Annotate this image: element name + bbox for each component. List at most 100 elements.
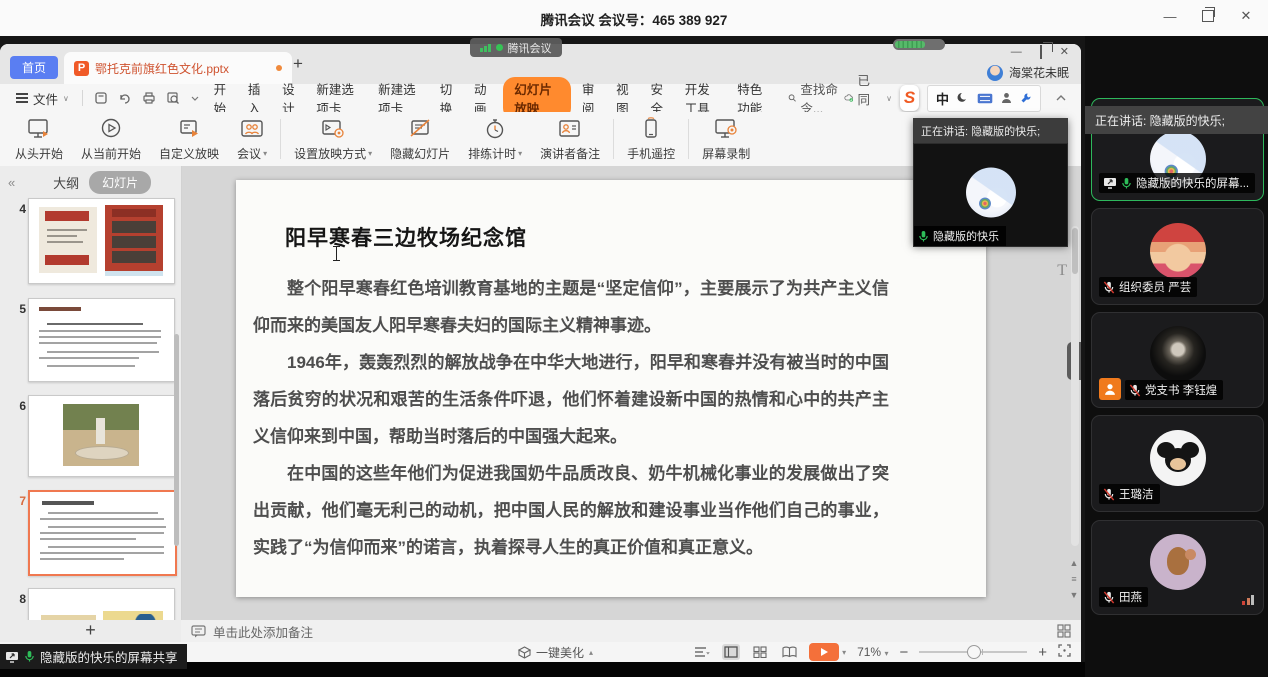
participant-tile[interactable]: 王璐洁 [1091, 415, 1264, 512]
meeting-status-pill[interactable]: 腾讯会议 [470, 38, 562, 57]
slide-thumbnail-6[interactable] [28, 395, 175, 477]
participant-name: 王璐洁 [1119, 486, 1154, 502]
slide-thumbnail-8[interactable] [28, 588, 175, 620]
minimize-icon[interactable]: — [1162, 8, 1178, 24]
button-label: 自定义放映 [159, 145, 219, 162]
panel-scrollbar[interactable] [174, 334, 179, 546]
from-beginning-button[interactable]: 从头开始 [6, 114, 72, 165]
fit-slide-icon[interactable] [1058, 644, 1071, 660]
slide-thumbnail-7-selected[interactable] [28, 490, 177, 576]
zoom-slider-knob[interactable] [967, 645, 981, 659]
save-icon[interactable] [94, 91, 108, 105]
hamburger-icon [16, 91, 28, 105]
participant-tile[interactable]: 党支书 李钰煌 [1091, 312, 1264, 408]
setup-show-button[interactable]: 设置放映方式▾ [285, 114, 381, 165]
button-label: 从头开始 [15, 145, 63, 162]
add-slide-button[interactable]: + [85, 620, 96, 640]
wrench-icon[interactable] [1020, 92, 1032, 104]
notes-bar[interactable]: 单击此处添加备注 [181, 620, 1081, 643]
tab-slides[interactable]: 幻灯片 [89, 171, 151, 194]
host-badge-icon [1099, 378, 1121, 400]
text-tool-icon[interactable]: T [1057, 262, 1067, 280]
participant-tile[interactable]: 组织委员 严芸 [1091, 208, 1264, 305]
play-dropdown-icon[interactable]: ▾ [842, 648, 846, 657]
canvas-scrollbar[interactable] [1071, 226, 1079, 546]
reading-view-icon[interactable] [780, 644, 798, 660]
tab-outline[interactable]: 大纲 [53, 173, 79, 192]
meeting-people-icon [239, 117, 265, 141]
wps-close-icon[interactable]: ✕ [1060, 45, 1069, 58]
zoom-level[interactable]: 71% ▾ [857, 645, 888, 659]
document-name: 鄂托克前旗红色文化.pptx [95, 60, 270, 77]
wps-restore-icon[interactable] [1040, 46, 1042, 58]
speaker-notes-icon [557, 117, 583, 141]
print-icon[interactable] [142, 91, 156, 105]
person-icon[interactable] [1001, 92, 1012, 104]
scroll-up-icon[interactable]: ▲ [1070, 558, 1079, 568]
share-badge-label: 隐藏版的快乐的屏幕共享 [40, 647, 178, 666]
slide-nav-arrows[interactable]: ▲ ≡ ▼ [1068, 558, 1080, 600]
text-cursor-icon [332, 246, 342, 261]
rehearse-timing-button[interactable]: 排练计时▾ [459, 114, 531, 165]
slide-number: 6 [10, 399, 26, 413]
from-current-button[interactable]: 从当前开始 [72, 114, 150, 165]
tab-home[interactable]: 首页 [10, 56, 58, 79]
divider [82, 90, 83, 106]
screen-share-badge[interactable]: 隐藏版的快乐的屏幕共享 [0, 644, 187, 669]
speaker-avatar [966, 168, 1016, 218]
button-label: 会议▾ [237, 145, 267, 162]
meeting-button[interactable]: 会议▾ [228, 114, 276, 165]
speaking-banner: 正在讲话: 隐藏版的快乐; [1085, 106, 1268, 134]
current-slide[interactable]: 阳早寒春三边牧场纪念馆 整个阳早寒春红色培训教育基地的主题是“坚定信仰”，主要展… [236, 180, 986, 597]
slide-sorter-icon[interactable] [751, 644, 769, 660]
play-slideshow-button[interactable] [809, 643, 839, 661]
zoom-out-button[interactable]: − [899, 644, 908, 661]
participant-tile[interactable]: 田燕 [1091, 520, 1264, 615]
custom-show-button[interactable]: 自定义放映 [150, 114, 228, 165]
phone-remote-button[interactable]: 手机遥控 [618, 114, 684, 165]
sogou-ime-icon[interactable]: S [900, 85, 919, 111]
panel-collapse-icon[interactable]: « [0, 175, 23, 190]
wps-menubar: 文件 ∨ 开始 插入 设计 新建选项卡 新建选项卡 切换 动画 幻灯片 [0, 84, 1081, 113]
hide-slide-button[interactable]: 隐藏幻灯片 [381, 114, 459, 165]
participant-name: 田燕 [1119, 589, 1142, 605]
more-dropdown-icon[interactable] [190, 94, 200, 102]
menu-file[interactable]: 文件 ∨ [8, 89, 77, 108]
beautify-button[interactable]: 一键美化 ▴ [518, 644, 593, 661]
outline-list-icon[interactable] [694, 646, 711, 658]
setup-show-icon [320, 117, 346, 141]
participant-label: 组织委员 严芸 [1099, 277, 1197, 297]
prev-slide-icon[interactable]: ≡ [1071, 574, 1076, 584]
print-preview-icon[interactable] [166, 91, 180, 105]
layout-grid-icon[interactable] [1057, 624, 1071, 638]
moon-icon[interactable] [957, 92, 969, 104]
slide-title[interactable]: 阳早寒春三边牧场纪念馆 [285, 222, 527, 252]
close-icon[interactable]: ✕ [1238, 8, 1254, 24]
wps-minimize-icon[interactable]: — [1011, 46, 1022, 58]
button-label: 设置放映方式▾ [294, 145, 372, 162]
scroll-down-icon[interactable]: ▼ [1070, 590, 1079, 600]
undo-icon[interactable] [118, 91, 132, 105]
normal-view-icon[interactable] [722, 644, 740, 660]
mic-on-icon [24, 650, 35, 663]
slide-thumbnail-4[interactable] [28, 198, 175, 284]
ime-chinese-mode[interactable]: 中 [936, 89, 949, 108]
speaker-notes-button[interactable]: 演讲者备注 [531, 114, 609, 165]
slide-thumbnail-5[interactable] [28, 298, 175, 382]
new-tab-button[interactable]: + [288, 54, 308, 74]
mic-muted-icon [1103, 488, 1115, 501]
slide-body-text[interactable]: 整个阳早寒春红色培训教育基地的主题是“坚定信仰”，主要展示了为共产主义信仰而来的… [253, 270, 889, 566]
keyboard-icon[interactable] [977, 93, 993, 104]
button-label: 屏幕录制 [702, 145, 750, 162]
participant-label: 隐藏版的快乐的屏幕... [1099, 173, 1255, 193]
button-label: 排练计时▾ [468, 145, 522, 162]
collapse-ribbon-icon[interactable] [1049, 91, 1073, 105]
zoom-slider[interactable] [919, 651, 1027, 653]
participants-sidebar: 正在讲话: 隐藏版的快乐; 隐藏版的快乐的屏幕... 组织委员 严芸 [1085, 36, 1268, 677]
zoom-in-button[interactable]: + [1038, 644, 1047, 661]
screen-record-button[interactable]: 屏幕录制 [693, 114, 759, 165]
participant-name: 组织委员 严芸 [1119, 279, 1191, 295]
participant-label: 党支书 李钰煌 [1125, 380, 1223, 400]
restore-icon[interactable] [1200, 8, 1216, 24]
speaker-overlay[interactable]: 正在讲话: 隐藏版的快乐; 隐藏版的快乐 [913, 118, 1068, 245]
